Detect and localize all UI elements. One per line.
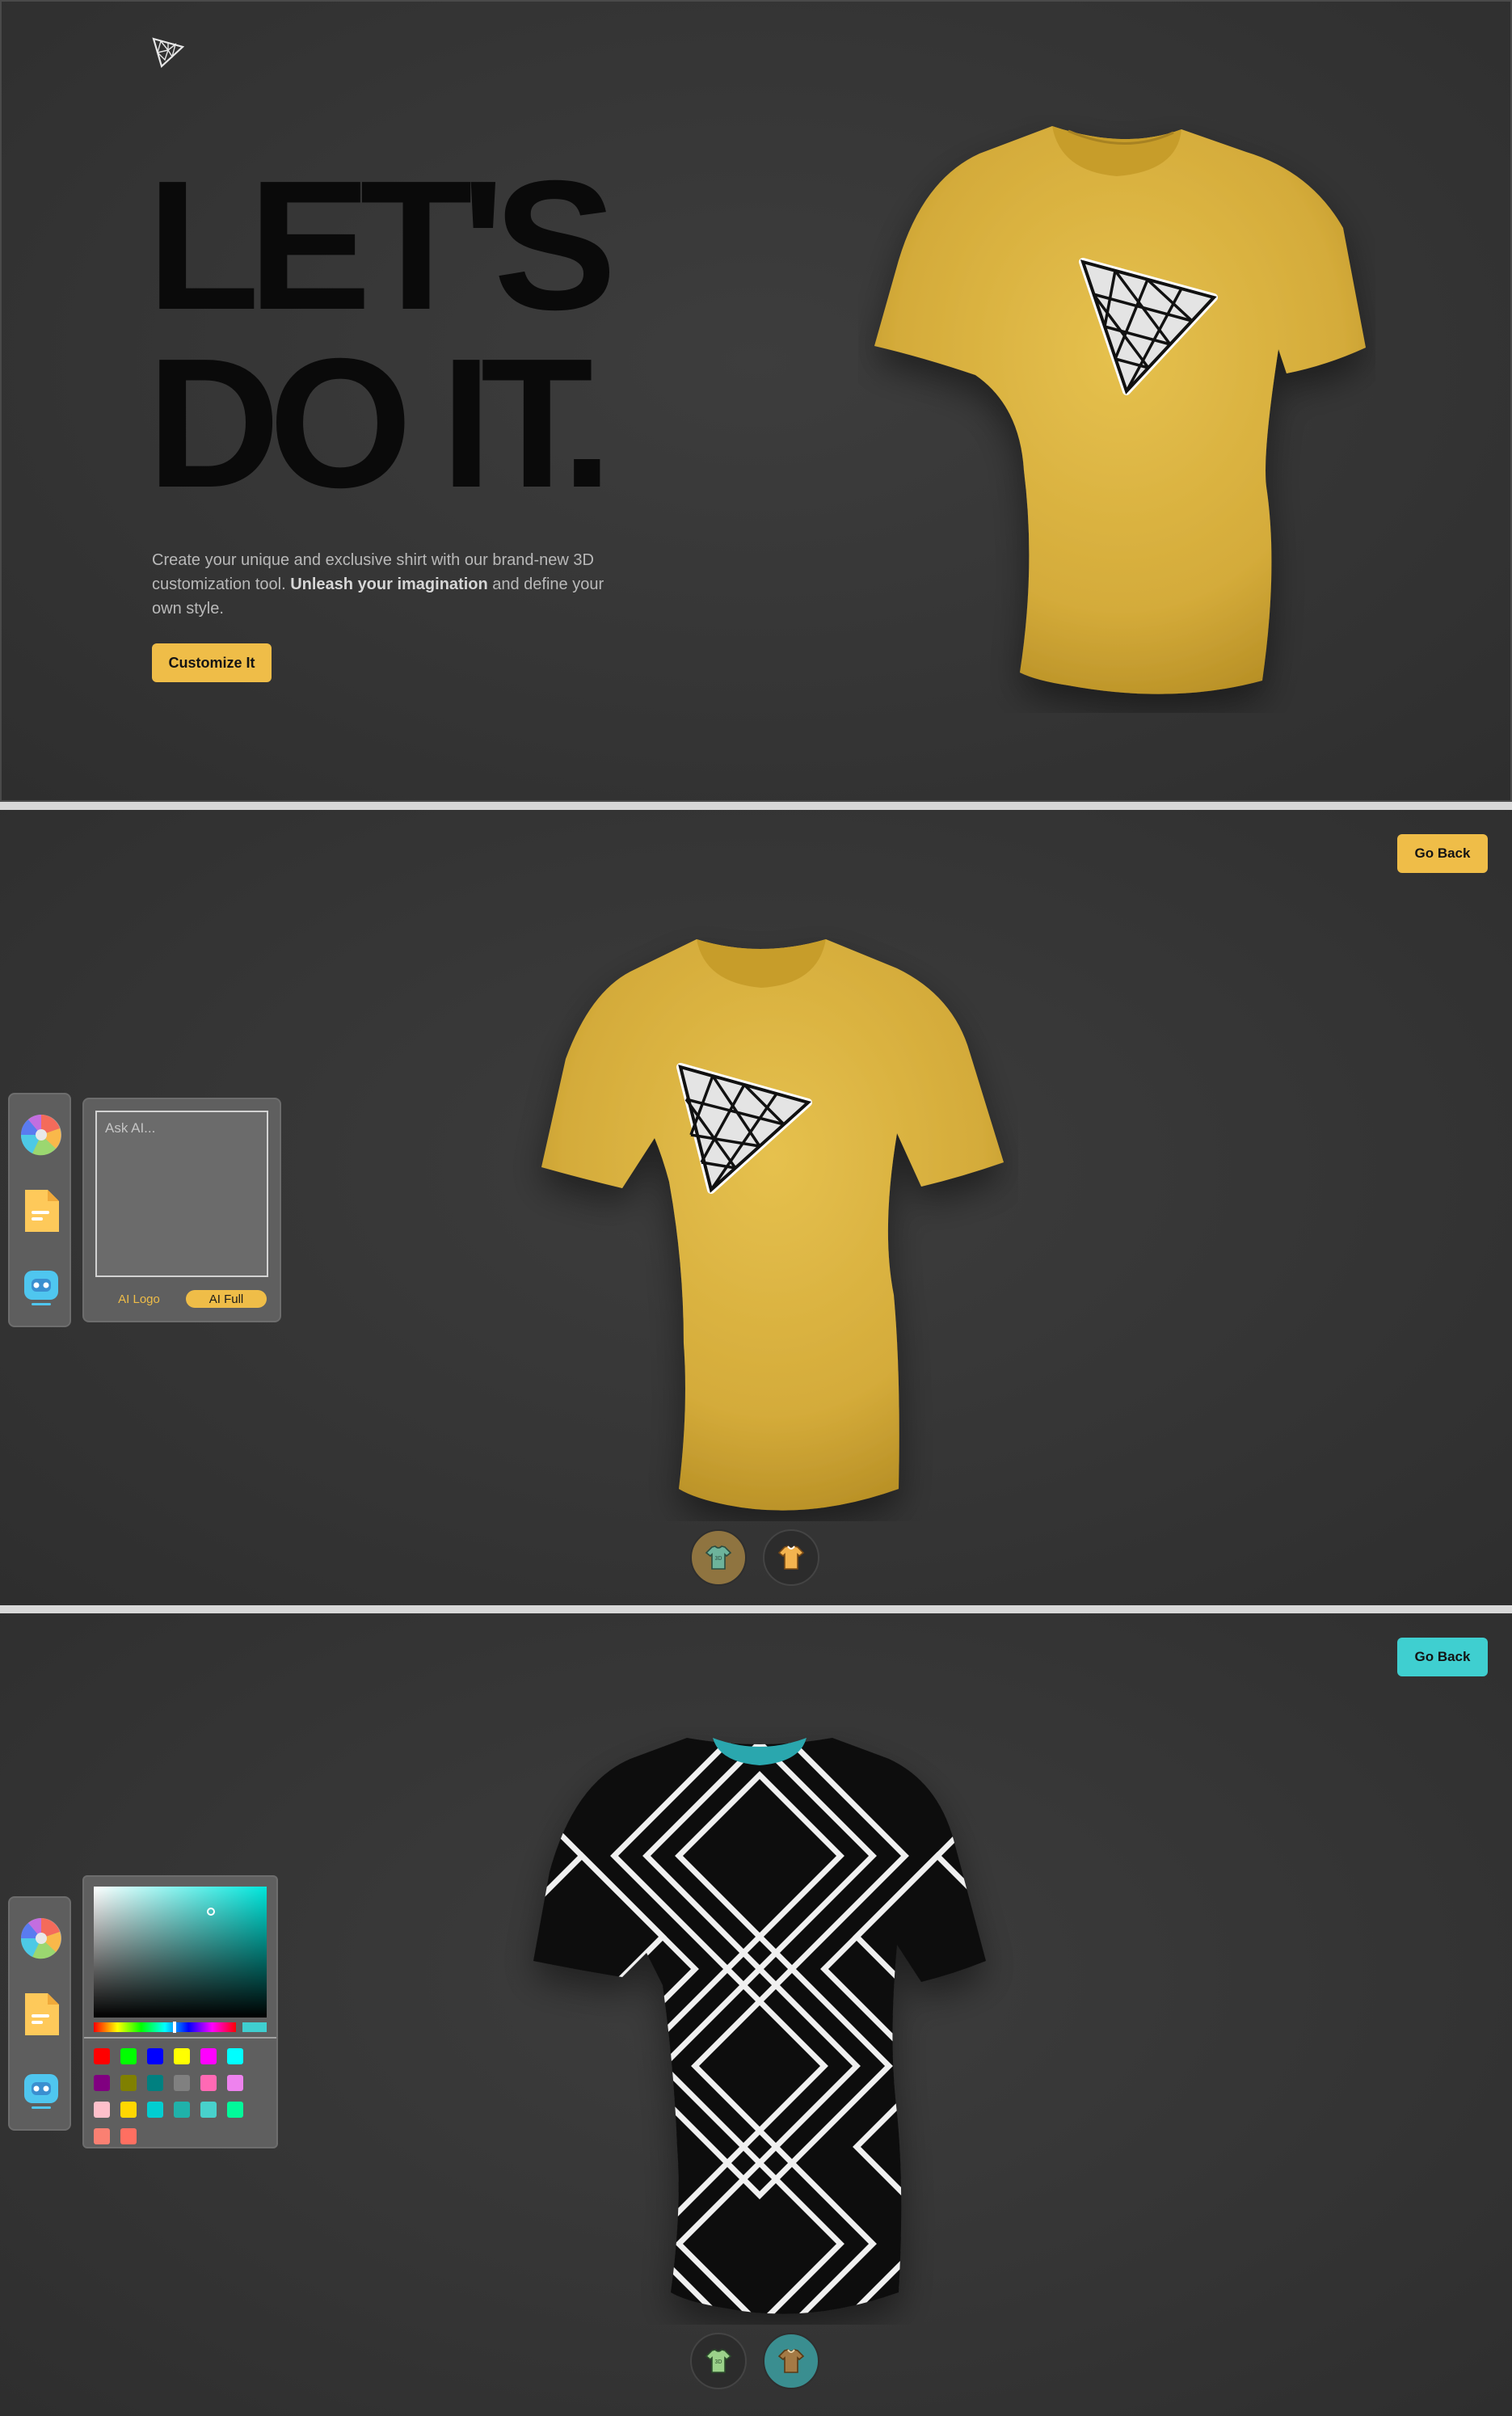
color-swatch[interactable] <box>147 2075 163 2091</box>
saturation-area[interactable] <box>94 1887 267 2018</box>
color-swatch[interactable] <box>227 2075 243 2091</box>
headline-line-2: DO IT. <box>147 321 613 526</box>
color-swatch[interactable] <box>94 2048 110 2064</box>
color-swatch[interactable] <box>227 2102 243 2118</box>
color-swatch[interactable] <box>120 2075 137 2091</box>
ai-full-button[interactable]: AI Full <box>186 1290 267 1308</box>
stylish-shirt-tab[interactable] <box>763 2333 819 2389</box>
threejs-logo-icon <box>152 37 184 68</box>
hero-headline: LET'S DO IT. <box>147 143 617 526</box>
color-swatch[interactable] <box>174 2048 190 2064</box>
logo-shirt-icon: 3D <box>705 1545 732 1570</box>
color-swatch[interactable] <box>94 2128 110 2144</box>
hue-slider[interactable] <box>94 2022 236 2033</box>
hue-handle[interactable] <box>173 2022 176 2033</box>
color-swatch[interactable] <box>94 2102 110 2118</box>
ai-logo-button[interactable]: AI Logo <box>107 1290 171 1308</box>
selected-color-preview <box>242 2022 267 2032</box>
intro-text: Create your unique and exclusive shirt w… <box>152 548 613 621</box>
ai-picker-icon[interactable] <box>20 2068 62 2113</box>
color-picker-icon[interactable] <box>20 1916 62 1961</box>
ai-picker-icon[interactable] <box>20 1264 62 1309</box>
shirt-3d-preview[interactable] <box>501 923 1018 1521</box>
intro-text-bold: Unleash your imagination <box>290 576 488 593</box>
saturation-handle[interactable] <box>207 1908 215 1916</box>
logo-shirt-tab[interactable]: 3D <box>690 2333 747 2389</box>
color-picker-icon[interactable] <box>20 1112 62 1157</box>
color-swatch[interactable] <box>174 2102 190 2118</box>
color-swatch[interactable] <box>200 2048 217 2064</box>
color-picker-panel <box>82 1875 278 2148</box>
customizer-ai-screen: Go Back AI Logo AI Full <box>0 810 1512 1605</box>
shirt-3d-preview[interactable] <box>501 1727 1018 2325</box>
go-back-button[interactable]: Go Back <box>1397 1638 1488 1676</box>
customizer-color-screen: Go Back 3D <box>0 1613 1512 2416</box>
stylish-shirt-icon <box>777 1545 805 1570</box>
ai-picker-panel: AI Logo AI Full <box>82 1098 281 1322</box>
color-swatch[interactable] <box>200 2102 217 2118</box>
color-swatch[interactable] <box>120 2048 137 2064</box>
color-swatch[interactable] <box>227 2048 243 2064</box>
color-swatch[interactable] <box>200 2075 217 2091</box>
color-swatch[interactable] <box>174 2075 190 2091</box>
color-swatch[interactable] <box>120 2102 137 2118</box>
stylish-shirt-tab[interactable] <box>763 1529 819 1586</box>
color-swatch[interactable] <box>147 2048 163 2064</box>
filter-tabs: 3D <box>0 1529 1512 1591</box>
svg-text:3D: 3D <box>715 1556 722 1562</box>
go-back-button[interactable]: Go Back <box>1397 834 1488 873</box>
logo-shirt-icon: 3D <box>705 2349 732 2373</box>
file-picker-icon[interactable] <box>20 1992 62 2037</box>
svg-text:3D: 3D <box>715 2359 722 2365</box>
editor-tabs-sidebar <box>8 1896 71 2131</box>
picker-divider <box>84 2037 276 2039</box>
logo-shirt-tab[interactable]: 3D <box>690 1529 747 1586</box>
stylish-shirt-icon <box>777 2349 805 2373</box>
headline-line-1: LET'S <box>147 143 617 348</box>
editor-tabs-sidebar <box>8 1093 71 1327</box>
shirt-3d-preview[interactable] <box>858 115 1375 713</box>
ai-prompt-input[interactable] <box>95 1111 268 1277</box>
file-picker-icon[interactable] <box>20 1188 62 1233</box>
color-swatch[interactable] <box>94 2075 110 2091</box>
color-swatch[interactable] <box>120 2128 137 2144</box>
filter-tabs: 3D <box>0 2333 1512 2394</box>
color-swatch[interactable] <box>147 2102 163 2118</box>
customize-button[interactable]: Customize It <box>152 643 272 682</box>
landing-screen: LET'S DO IT. Create your unique and excl… <box>0 0 1512 802</box>
